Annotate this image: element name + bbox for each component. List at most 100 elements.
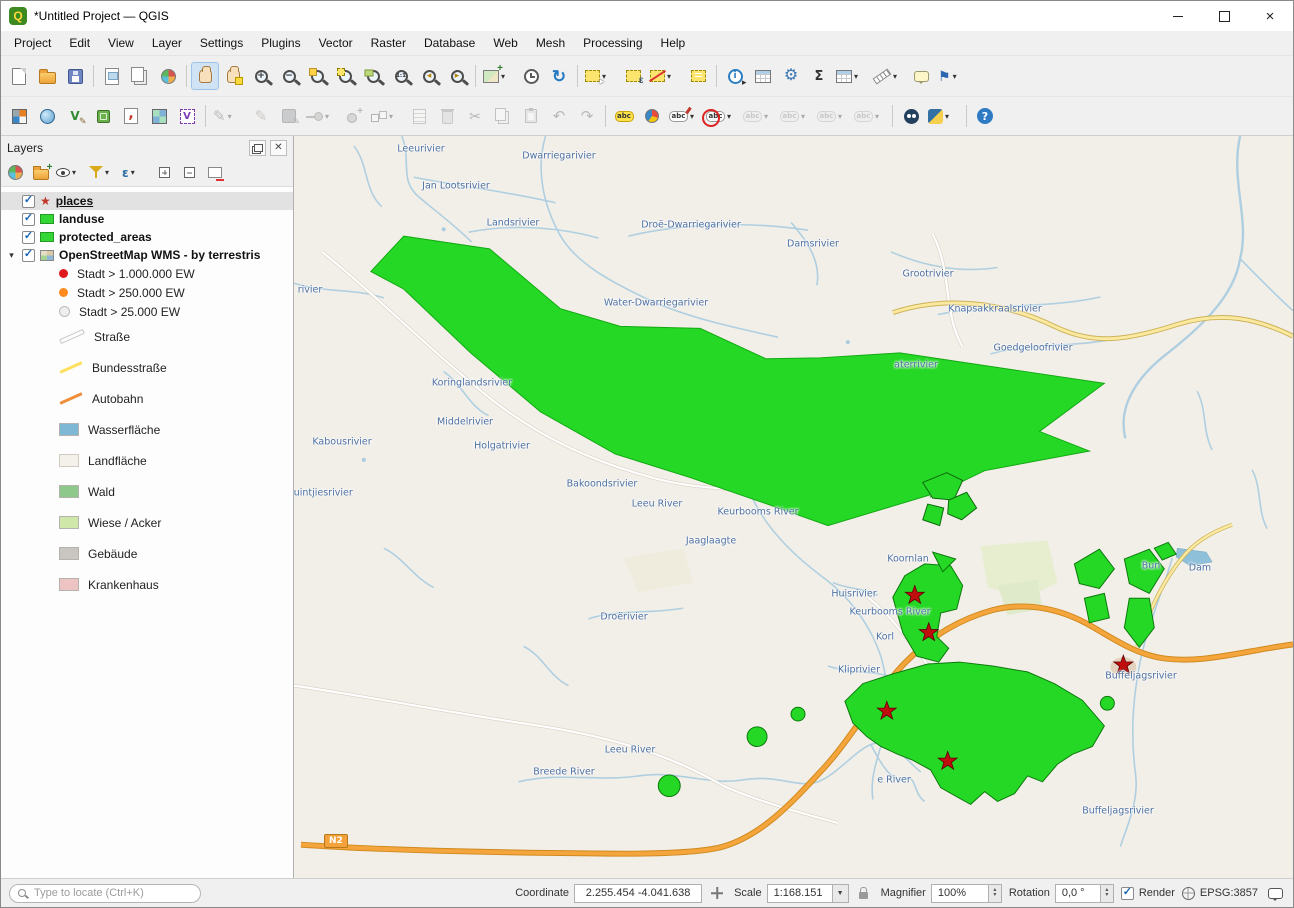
menu-mesh[interactable]: Mesh [527, 33, 574, 53]
zoom-next-button[interactable] [443, 62, 471, 90]
change-label-properties-button[interactable]: ▾ [814, 102, 851, 130]
manage-map-themes-button[interactable]: ▾ [53, 160, 86, 185]
help-button[interactable] [971, 102, 999, 130]
layer-places[interactable]: ★places [1, 192, 293, 210]
new-print-layout-button[interactable] [98, 62, 126, 90]
select-features-button[interactable]: ▾ [582, 62, 619, 90]
menu-vector[interactable]: Vector [310, 33, 362, 53]
map-tips-button[interactable] [907, 62, 935, 90]
zoom-out-button[interactable] [275, 62, 303, 90]
show-layout-manager-button[interactable] [126, 62, 154, 90]
layer-diagram-options-button[interactable] [638, 102, 666, 130]
python-console-button[interactable]: ▾ [925, 102, 962, 130]
menu-raster[interactable]: Raster [362, 33, 415, 53]
zoom-to-native-resolution-button[interactable] [387, 62, 415, 90]
menu-settings[interactable]: Settings [191, 33, 252, 53]
copy-features-button[interactable] [489, 102, 517, 130]
osm-place-search-button[interactable] [897, 102, 925, 130]
select-by-form-button[interactable] [684, 62, 712, 90]
undo-button[interactable] [545, 102, 573, 130]
zoom-to-layer-button[interactable] [359, 62, 387, 90]
cut-features-button[interactable] [461, 102, 489, 130]
add-raster-layer-button[interactable] [145, 102, 173, 130]
show-layers-list-button[interactable]: ▾ [833, 62, 870, 90]
close-button[interactable]: × [1247, 1, 1293, 31]
vertex-tool-button[interactable]: ▾ [368, 102, 405, 130]
open-data-source-manager-button[interactable] [5, 102, 33, 130]
map-canvas[interactable]: LeeurivierDwarriegarivierJan Lootsrivier… [294, 136, 1293, 878]
identify-features-button[interactable] [721, 62, 749, 90]
rotate-label-button[interactable]: ▾ [777, 102, 814, 130]
maximize-button[interactable] [1201, 1, 1247, 31]
menu-web[interactable]: Web [484, 33, 526, 53]
float-panel-button[interactable] [249, 140, 266, 156]
legend-item-0[interactable]: Stadt > 1.000.000 EW [1, 264, 293, 283]
show-hide-labels-button[interactable]: ▾ [851, 102, 888, 130]
legend-item-6[interactable]: Wasserfläche [1, 414, 293, 445]
add-delimited-text-layer-button[interactable] [117, 102, 145, 130]
add-group-button[interactable] [28, 160, 53, 185]
modify-attributes-button[interactable] [405, 102, 433, 130]
legend-item-1[interactable]: Stadt > 250.000 EW [1, 283, 293, 302]
current-edits-button[interactable]: ▾ [210, 102, 247, 130]
legend-item-3[interactable]: Straße [1, 321, 293, 352]
layer-labeling-options-button[interactable] [610, 102, 638, 130]
coordinate-field[interactable]: 2.255.454 -4.041.638 [574, 884, 702, 903]
messages-button[interactable] [1265, 883, 1285, 903]
legend-item-4[interactable]: Bundesstraße [1, 352, 293, 383]
toggle-extents-button[interactable] [707, 883, 727, 903]
save-layer-edits-button[interactable] [275, 102, 303, 130]
rotation-field[interactable]: 0,0 ° [1055, 884, 1101, 903]
legend-item-11[interactable]: Krankenhaus [1, 569, 293, 600]
deselect-features-button[interactable]: ▾ [647, 62, 684, 90]
digitize-with-segment-button[interactable]: ▾ [303, 102, 340, 130]
scale-field[interactable]: 1:168.151 [767, 884, 833, 903]
locate-input[interactable] [32, 886, 192, 900]
close-panel-button[interactable]: ✕ [270, 140, 287, 156]
highlight-pinned-labels-button[interactable]: ▾ [703, 102, 740, 130]
menu-processing[interactable]: Processing [574, 33, 651, 53]
new-geopackage-layer-button[interactable] [89, 102, 117, 130]
menu-layer[interactable]: Layer [143, 33, 191, 53]
menu-edit[interactable]: Edit [60, 33, 99, 53]
temporal-controller-panel-button[interactable] [517, 62, 545, 90]
open-project-button[interactable] [33, 62, 61, 90]
toggle-editing-button[interactable] [247, 102, 275, 130]
expand-all-button[interactable] [152, 160, 177, 185]
measure-line-button[interactable]: ▾ [870, 62, 907, 90]
processing-toolbox-button[interactable] [777, 62, 805, 90]
layer-landuse-checkbox[interactable] [22, 213, 35, 226]
paste-features-button[interactable] [517, 102, 545, 130]
legend-item-5[interactable]: Autobahn [1, 383, 293, 414]
collapse-all-button[interactable] [177, 160, 202, 185]
menu-plugins[interactable]: Plugins [252, 33, 309, 53]
lock-scale-button[interactable] [854, 883, 874, 903]
legend-item-9[interactable]: Wiese / Acker [1, 507, 293, 538]
pin-unpin-labels-button[interactable]: ▾ [666, 102, 703, 130]
add-feature-button[interactable] [340, 102, 368, 130]
delete-selected-button[interactable] [433, 102, 461, 130]
layer-osm-wms[interactable]: ▾OpenStreetMap WMS - by terrestris [1, 246, 293, 264]
select-features-by-expression-button[interactable] [619, 62, 647, 90]
pan-map-to-selection-button[interactable] [219, 62, 247, 90]
style-manager-button[interactable] [154, 62, 182, 90]
layer-landuse[interactable]: landuse [1, 210, 293, 228]
zoom-full-button[interactable] [303, 62, 331, 90]
new-map-view-button[interactable]: ▾ [480, 62, 517, 90]
refresh-map-button[interactable] [545, 62, 573, 90]
add-wms-layer-button[interactable] [33, 102, 61, 130]
redo-button[interactable] [573, 102, 601, 130]
layer-protected-areas-checkbox[interactable] [22, 231, 35, 244]
save-project-button[interactable] [61, 62, 89, 90]
scale-dropdown-button[interactable]: ▼ [833, 884, 849, 903]
legend-item-10[interactable]: Gebäude [1, 538, 293, 569]
minimize-button[interactable] [1155, 1, 1201, 31]
layer-places-checkbox[interactable] [22, 195, 35, 208]
layer-protected-areas[interactable]: protected_areas [1, 228, 293, 246]
filter-legend-by-expression-button[interactable]: ▾ [119, 160, 152, 185]
legend-item-7[interactable]: Landfläche [1, 445, 293, 476]
layer-osm-wms-checkbox[interactable] [22, 249, 35, 262]
legend-item-8[interactable]: Wald [1, 476, 293, 507]
crs-button[interactable]: EPSG:3857 [1182, 887, 1258, 900]
zoom-in-button[interactable] [247, 62, 275, 90]
